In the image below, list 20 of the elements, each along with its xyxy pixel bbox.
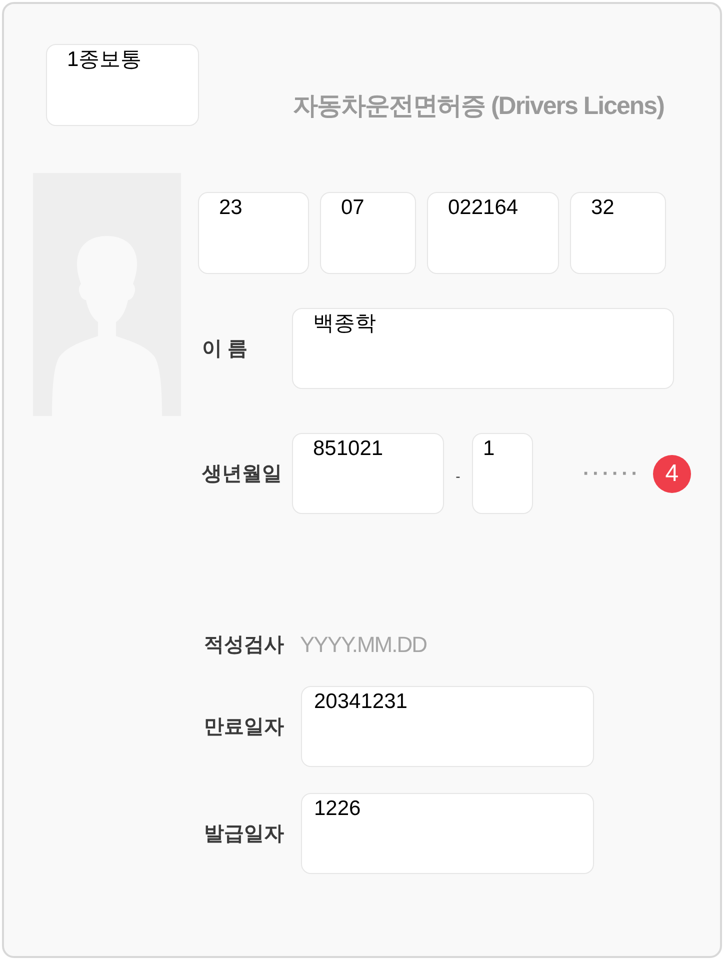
field-label: 적성검사 bbox=[204, 632, 285, 658]
input-field[interactable]: 851021 bbox=[292, 433, 444, 514]
field-label: 발급일자 bbox=[204, 822, 285, 846]
date-field[interactable]: YYYY.MM.DD bbox=[300, 628, 460, 661]
field-label: 생년월일 bbox=[201, 462, 283, 486]
input-field[interactable]: 백종학 bbox=[292, 308, 674, 389]
input-field[interactable]: 022164 bbox=[427, 192, 559, 274]
step-badge: 4 bbox=[652, 454, 691, 492]
input-field[interactable]: 1종보통 bbox=[46, 44, 199, 126]
input-field[interactable]: 32 bbox=[570, 192, 666, 274]
input-field[interactable]: 07 bbox=[320, 192, 416, 274]
card-title: 자동차운전면허증 (Drivers Licens) bbox=[293, 91, 664, 122]
field-label: 이 름 bbox=[201, 336, 249, 362]
separator: - bbox=[454, 467, 462, 486]
field-label: 만료일자 bbox=[204, 714, 285, 740]
input-field[interactable]: 20341231 bbox=[301, 686, 594, 767]
input-field[interactable]: 23 bbox=[198, 192, 309, 274]
input-field[interactable]: 1226 bbox=[301, 793, 594, 874]
input-field[interactable]: 1 bbox=[472, 433, 533, 514]
masked-digits: ······ bbox=[583, 462, 641, 486]
